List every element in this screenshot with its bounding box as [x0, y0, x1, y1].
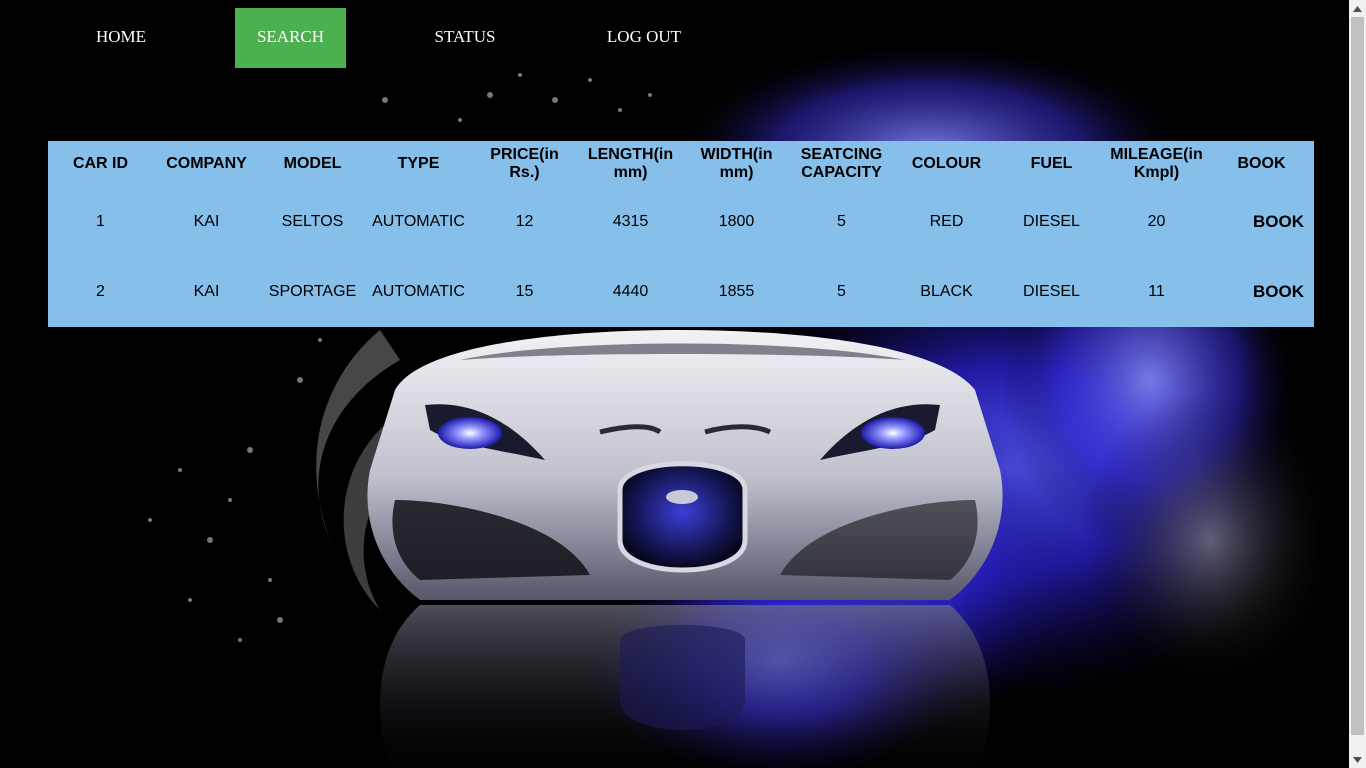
cell-seating-capacity: 5: [837, 283, 846, 300]
nav-logout-link[interactable]: LOG OUT: [584, 8, 704, 68]
background-car-image: [148, 40, 1340, 768]
cell-car-id: 2: [96, 283, 105, 300]
header-colour: COLOUR: [911, 155, 982, 172]
cell-company: KAI: [193, 213, 220, 230]
book-link[interactable]: BOOK: [1209, 257, 1314, 327]
cell-model: SELTOS: [281, 213, 344, 230]
cell-width: 1855: [718, 283, 755, 300]
nav-status-link[interactable]: STATUS: [346, 8, 584, 68]
cell-length: 4440: [612, 283, 649, 300]
cell-colour: BLACK: [920, 283, 973, 300]
cell-seating-capacity: 5: [837, 213, 846, 230]
header-book: BOOK: [1237, 155, 1286, 172]
scroll-down-arrow-icon[interactable]: [1349, 751, 1366, 768]
header-fuel: FUEL: [1030, 155, 1073, 172]
cell-colour: RED: [929, 213, 964, 230]
header-width: WIDTH(in mm): [700, 146, 773, 181]
header-type: TYPE: [397, 155, 440, 172]
header-model: MODEL: [283, 155, 342, 172]
cell-model: SPORTAGE: [268, 283, 357, 300]
header-company: COMPANY: [166, 155, 247, 172]
cell-type: AUTOMATIC: [372, 283, 465, 300]
table-row: 2 KAI SPORTAGE AUTOMATIC 15 4440 1855 5 …: [48, 257, 1314, 327]
cars-table: CAR ID COMPANY MODEL TYPE PRICE(in Rs.) …: [48, 141, 1314, 327]
book-link[interactable]: BOOK: [1209, 187, 1314, 257]
cell-car-id: 1: [96, 213, 105, 230]
scrollbar-thumb[interactable]: [1351, 17, 1364, 735]
page: HOME SEARCH STATUS LOG OUT CAR ID COMPAN…: [0, 0, 1366, 768]
nav-home-link[interactable]: HOME: [0, 8, 242, 68]
cell-fuel: DIESEL: [1023, 283, 1080, 300]
cell-price: 15: [515, 283, 534, 300]
cell-price: 12: [515, 213, 534, 230]
cell-width: 1800: [718, 213, 755, 230]
cell-fuel: DIESEL: [1023, 213, 1080, 230]
nav-search-link[interactable]: SEARCH: [235, 8, 346, 68]
header-car-id: CAR ID: [72, 155, 129, 172]
cell-type: AUTOMATIC: [372, 213, 465, 230]
header-price: PRICE(in Rs.): [490, 146, 559, 181]
scroll-up-arrow-icon[interactable]: [1349, 0, 1366, 17]
table-header-row: CAR ID COMPANY MODEL TYPE PRICE(in Rs.) …: [48, 141, 1314, 187]
cell-length: 4315: [612, 213, 649, 230]
top-nav: HOME SEARCH STATUS LOG OUT: [0, 8, 704, 68]
cell-mileage: 20: [1147, 213, 1166, 230]
vertical-scrollbar[interactable]: [1349, 0, 1366, 768]
header-seating-capacity: SEATCING CAPACITY: [800, 146, 883, 181]
header-mileage: MILEAGE(in Kmpl): [1110, 146, 1203, 181]
cell-company: KAI: [193, 283, 220, 300]
table-row: 1 KAI SELTOS AUTOMATIC 12 4315 1800 5 RE…: [48, 187, 1314, 257]
header-length: LENGTH(in mm): [587, 146, 674, 181]
cell-mileage: 11: [1148, 283, 1165, 300]
